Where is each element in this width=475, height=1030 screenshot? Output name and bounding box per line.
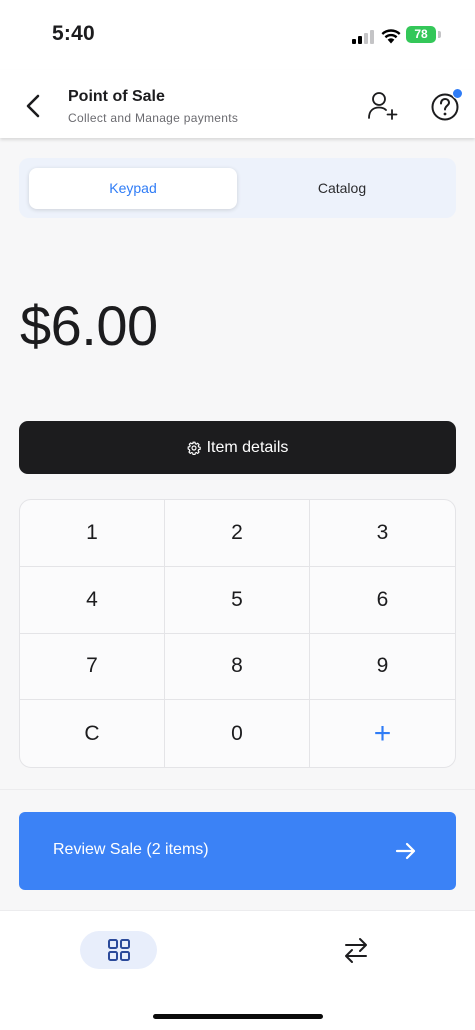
- battery-icon: 78: [406, 26, 436, 43]
- tab-keypad[interactable]: Keypad: [29, 168, 237, 209]
- page-title: Point of Sale: [68, 88, 165, 105]
- review-sale-label: Review Sale (2 items): [53, 841, 209, 858]
- back-icon[interactable]: [18, 90, 50, 122]
- key-1[interactable]: 1: [20, 500, 165, 567]
- notification-dot: [452, 88, 463, 99]
- item-details-button[interactable]: Item details: [19, 421, 456, 474]
- swap-arrows-icon[interactable]: [342, 936, 370, 964]
- amount-display: $6.00: [20, 294, 158, 357]
- app-header: Point of Sale Collect and Manage payment…: [0, 70, 475, 138]
- item-details-label: Item details: [206, 438, 289, 456]
- bottom-nav: [0, 911, 475, 1030]
- key-clear[interactable]: C: [20, 700, 165, 767]
- status-bar: 5:40 78: [0, 0, 475, 70]
- tab-catalog[interactable]: Catalog: [238, 168, 446, 209]
- key-3[interactable]: 3: [310, 500, 455, 567]
- add-user-icon[interactable]: [366, 90, 400, 122]
- key-6[interactable]: 6: [310, 567, 455, 634]
- grid-icon: [108, 939, 130, 961]
- divider: [0, 789, 475, 790]
- key-8[interactable]: 8: [165, 633, 310, 701]
- wifi-icon: [381, 29, 401, 44]
- tab-switcher: Keypad Catalog: [19, 158, 456, 218]
- review-sale-button[interactable]: Review Sale (2 items): [19, 812, 456, 890]
- gear-icon: [187, 441, 201, 455]
- key-add-plus[interactable]: +: [310, 700, 455, 767]
- cellular-signal-icon: [352, 30, 374, 44]
- key-0[interactable]: 0: [165, 700, 310, 767]
- key-4[interactable]: 4: [20, 566, 165, 634]
- battery-cap: [438, 31, 441, 38]
- home-indicator: [153, 1014, 323, 1019]
- keypad: 1 2 3 4 5 6 7 8 9 C 0 +: [19, 499, 456, 768]
- key-7[interactable]: 7: [20, 633, 165, 701]
- key-9[interactable]: 9: [310, 634, 455, 701]
- arrow-right-icon: [395, 842, 416, 860]
- page-subtitle: Collect and Manage payments: [68, 111, 239, 125]
- key-2[interactable]: 2: [165, 500, 310, 567]
- status-time: 5:40: [52, 22, 95, 45]
- key-5[interactable]: 5: [165, 566, 310, 634]
- nav-grid-button[interactable]: [80, 931, 157, 969]
